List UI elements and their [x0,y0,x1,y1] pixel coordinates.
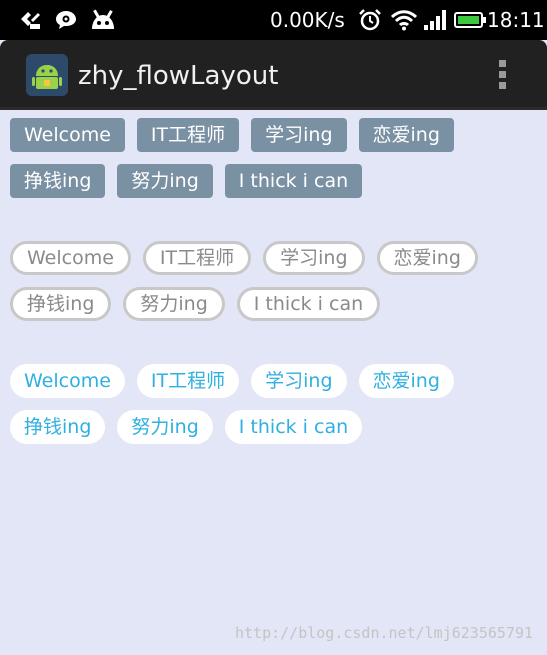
tag-i-thick-i-can[interactable]: I thick i can [236,287,381,321]
wifi-icon [391,10,417,31]
tag-dating[interactable]: 恋爱ing [358,118,454,152]
tag-dating[interactable]: 恋爱ing [358,364,454,398]
chat-icon [56,11,76,29]
android-icon [92,9,114,29]
tag-i-thick-i-can[interactable]: I thick i can [224,410,363,444]
signal-icon [424,10,446,30]
tag-striving[interactable]: 努力ing [117,410,213,444]
flow-layout-white: Welcome IT工程师 学习ing 恋爱ing 挣钱ing 努力ing I … [10,364,540,444]
tag-earning[interactable]: 挣钱ing [10,164,106,198]
tag-studying[interactable]: 学习ing [251,118,347,152]
flow-layout-outline: Welcome IT工程师 学习ing 恋爱ing 挣钱ing 努力ing I … [10,241,540,321]
tag-earning[interactable]: 挣钱ing [10,287,112,321]
app-title: zhy_flowLayout [78,61,279,91]
tag-earning[interactable]: 挣钱ing [10,410,106,444]
tag-studying[interactable]: 学习ing [251,364,347,398]
flow-layout-solid: Welcome IT工程师 学习ing 恋爱ing 挣钱ing 努力ing I … [10,118,540,198]
overflow-menu-icon[interactable] [497,60,507,92]
action-bar: zhy_flowLayout [0,40,547,110]
battery-icon [454,12,486,28]
tag-striving[interactable]: 努力ing [117,164,213,198]
tag-it-engineer[interactable]: IT工程师 [142,241,252,275]
tag-i-thick-i-can[interactable]: I thick i can [224,164,363,198]
tag-welcome[interactable]: Welcome [10,364,125,398]
tag-studying[interactable]: 学习ing [263,241,365,275]
tag-dating[interactable]: 恋爱ing [376,241,478,275]
status-bar: 0.00K/s 18:11 [0,0,547,40]
watermark-url: http://blog.csdn.net/lmj623565791 [234,624,533,642]
clock: 18:11 [487,8,545,32]
tag-it-engineer[interactable]: IT工程师 [136,364,240,398]
alarm-icon [359,9,381,31]
tag-it-engineer[interactable]: IT工程师 [136,118,240,152]
network-speed: 0.00K/s [270,8,345,32]
tag-striving[interactable]: 努力ing [123,287,225,321]
app-launcher-icon[interactable] [26,54,68,96]
tag-welcome[interactable]: Welcome [10,118,125,152]
tag-welcome[interactable]: Welcome [10,241,131,275]
debug-icon [21,12,40,29]
